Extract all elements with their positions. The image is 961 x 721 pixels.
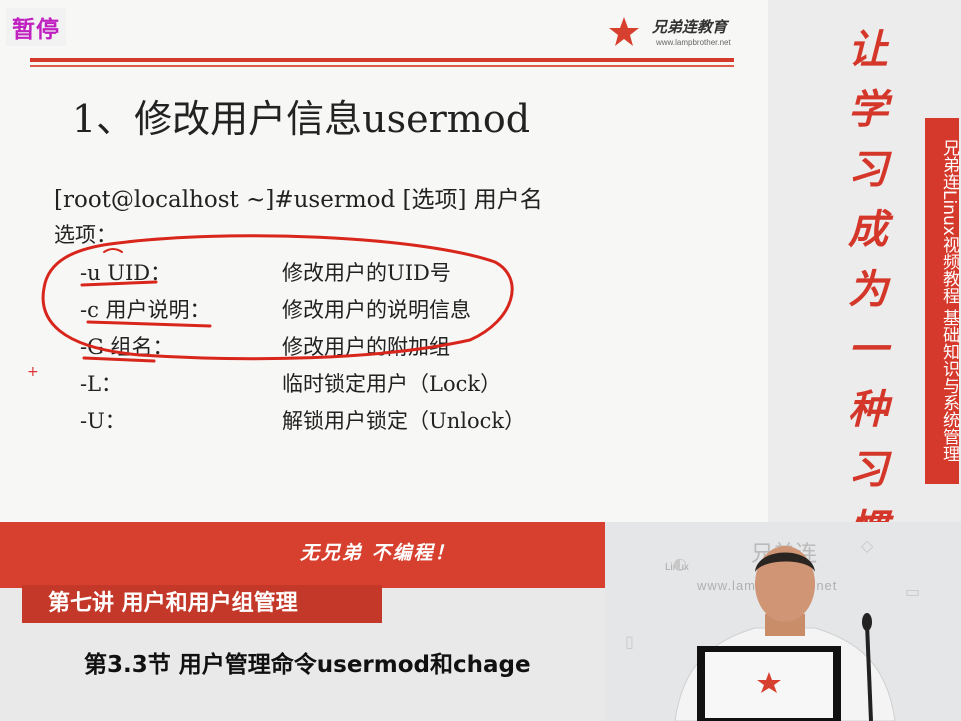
option-flag: -u UID： — [80, 261, 172, 285]
slogan: 让学习成为一种习惯 — [848, 26, 888, 553]
options-heading: 选项： — [54, 223, 117, 247]
slide-area: 暂停 兄弟连教育 www.lampbrother.net 1、修改用户信息use… — [0, 0, 768, 522]
slide-title: 1、修改用户信息usermod — [72, 97, 531, 141]
title-divider-thin — [30, 65, 734, 67]
option-flag: -c 用户说明： — [80, 298, 211, 322]
brand-logo-url: www.lampbrother.net — [656, 38, 731, 47]
pause-label[interactable]: 暂停 — [6, 8, 66, 46]
option-description: 修改用户的UID号 — [282, 261, 451, 285]
section-title: 第3.3节 用户管理命令usermod和chage — [84, 652, 531, 678]
option-flag: -L： — [80, 372, 123, 396]
presenter-figure — [674, 546, 896, 721]
title-divider — [30, 58, 734, 62]
option-flag: -G 组名： — [80, 335, 174, 359]
star-logo-icon — [609, 17, 639, 46]
option-description: 解锁用户锁定（Unlock） — [282, 409, 526, 433]
brand-logo-text: 兄弟连教育 — [652, 18, 728, 36]
command-syntax: [root@localhost ~]#usermod [选项] 用户名 — [54, 187, 543, 213]
option-description: 修改用户的说明信息 — [282, 298, 471, 322]
option-description: 修改用户的附加组 — [282, 335, 450, 359]
cursor-crosshair-icon: + — [27, 364, 39, 380]
option-flag: -U： — [80, 409, 126, 433]
course-side-tag: 兄弟连Linux视频教程 基础知识与系统管理 — [925, 118, 959, 484]
presenter-webcam: 兄弟连 www.lampbrother.net Linux ◐ ◇ ▭ ▯ — [605, 522, 961, 721]
lecture-title: 第七讲 用户和用户组管理 — [22, 585, 382, 623]
option-description: 临时锁定用户（Lock） — [282, 372, 502, 396]
motto: 无兄弟 不编程！ — [300, 542, 456, 564]
